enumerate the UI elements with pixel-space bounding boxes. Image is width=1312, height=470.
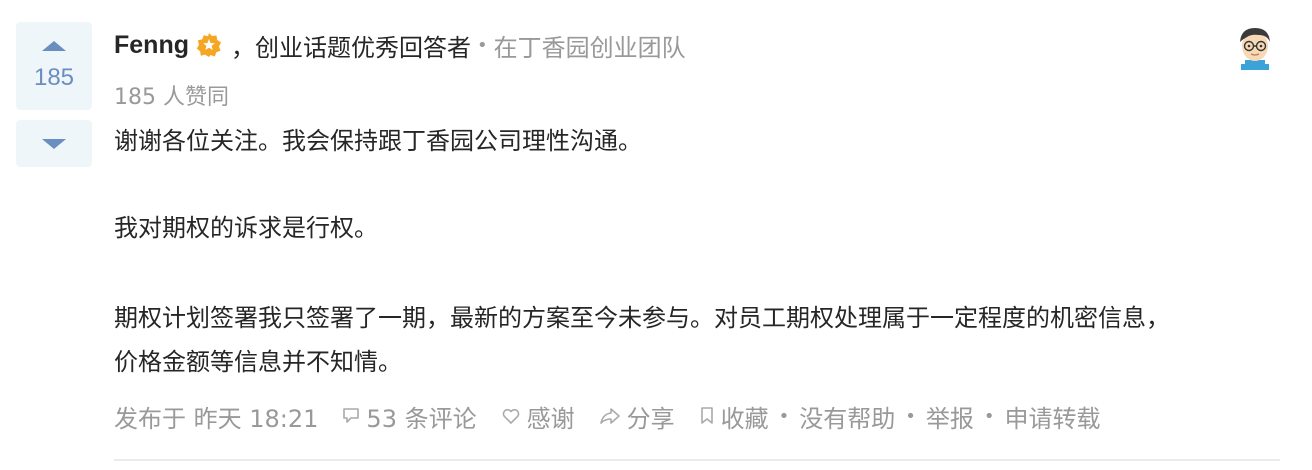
share-icon xyxy=(599,408,620,424)
thanks-button[interactable]: 感谢 xyxy=(501,399,575,434)
author-name-link[interactable]: Fenng xyxy=(114,31,189,60)
share-button[interactable]: 分享 xyxy=(599,399,675,434)
author-org: 在丁香园创业团队 xyxy=(493,33,686,62)
unhelpful-button[interactable]: 没有帮助 xyxy=(799,399,895,434)
report-button[interactable]: 举报 xyxy=(926,399,974,434)
action-separator: • xyxy=(983,405,995,427)
upvote-arrow-icon xyxy=(42,41,66,51)
answer-paragraph-3-line-2: 价格金额等信息并不知情。 xyxy=(114,348,402,376)
collect-label: 收藏 xyxy=(720,404,769,433)
answer-paragraph-3: 期权计划签署我只签署了一期，最新的方案至今未参与。对员工期权处理属于一定程度的机… xyxy=(114,296,1170,384)
action-separator: • xyxy=(778,405,790,427)
author-info: Fenng ，创业话题优秀回答者 • 在丁香园创业团队 xyxy=(114,30,686,62)
request-transfer-button[interactable]: 申请转载 xyxy=(1004,399,1100,434)
vote-count: 185 xyxy=(33,64,75,91)
verified-badge-icon xyxy=(195,31,223,59)
comments-label: 53 条评论 xyxy=(366,404,477,433)
comment-icon xyxy=(343,408,360,423)
publish-time-link[interactable]: 发布于 昨天 18:21 xyxy=(114,399,318,434)
answer-paragraph-3-line-1: 期权计划签署我只签署了一期，最新的方案至今未参与。对员工期权处理属于一定程度的机… xyxy=(114,304,1170,332)
action-separator: • xyxy=(905,405,916,427)
collect-button[interactable]: 收藏 xyxy=(699,399,769,434)
heart-icon xyxy=(502,408,519,424)
avatar-face-icon xyxy=(1231,22,1279,70)
answer-divider xyxy=(114,459,1280,461)
author-bio: ，创业话题优秀回答者 xyxy=(231,33,471,62)
thanks-label: 感谢 xyxy=(526,404,575,433)
avatar[interactable] xyxy=(1231,22,1279,70)
answer-paragraph-2: 我对期权的诉求是行权。 xyxy=(114,214,378,242)
author-separator: • xyxy=(477,34,488,56)
downvote-arrow-icon xyxy=(42,138,66,149)
comments-button[interactable]: 53 条评论 xyxy=(342,399,477,434)
answer-paragraph-1: 谢谢各位关注。我会保持跟丁香园公司理性沟通。 xyxy=(114,127,642,155)
share-label: 分享 xyxy=(626,404,675,433)
bookmark-icon xyxy=(700,407,713,424)
upvote-button[interactable]: 185 xyxy=(16,22,92,110)
downvote-button[interactable] xyxy=(16,120,92,167)
likes-count: 185 人赞同 xyxy=(114,85,229,110)
answer-action-bar: 发布于 昨天 18:21 53 条评论 感谢 分享 收藏 • 没有帮助 • 举报… xyxy=(114,396,1100,436)
